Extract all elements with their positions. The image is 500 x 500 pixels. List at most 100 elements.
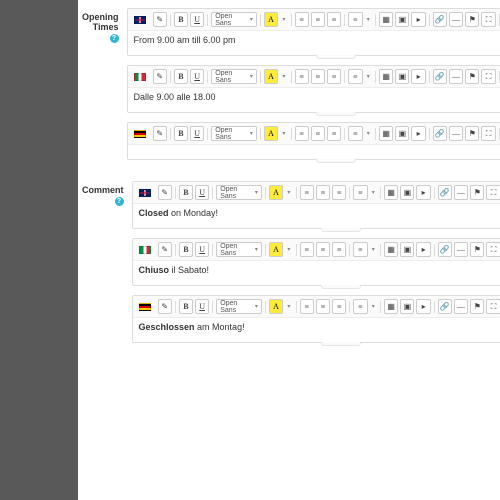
align-caret[interactable]: ▾ [370, 242, 378, 257]
highlight-button[interactable]: A [269, 242, 283, 257]
ol-button[interactable]: ≡ [311, 12, 325, 27]
align-button[interactable]: ≡ [348, 12, 362, 27]
ul-button[interactable]: ≡ [295, 69, 309, 84]
ol-button[interactable]: ≡ [311, 69, 325, 84]
align-caret[interactable]: ▾ [365, 126, 373, 141]
underline-button[interactable]: U [190, 69, 204, 84]
underline-button[interactable]: U [195, 299, 209, 314]
link-button[interactable]: 🔗 [433, 69, 447, 84]
hr-button[interactable]: — [449, 126, 463, 141]
video-button[interactable]: ▸ [411, 69, 425, 84]
anchor-button[interactable]: ⚑ [465, 126, 479, 141]
fullscreen-button[interactable]: ⛶ [481, 69, 495, 84]
highlight-button[interactable]: A [264, 69, 278, 84]
font-select[interactable]: Open Sans ▾ [211, 126, 257, 141]
video-button[interactable]: ▸ [411, 12, 425, 27]
dl-button[interactable]: ≡ [327, 69, 341, 84]
editor-content[interactable]: Closed on Monday! [133, 204, 500, 228]
fullscreen-button[interactable]: ⛶ [481, 12, 495, 27]
font-select[interactable]: Open Sans ▾ [216, 242, 262, 257]
video-button[interactable]: ▸ [411, 126, 425, 141]
underline-button[interactable]: U [195, 242, 209, 257]
bold-button[interactable]: B [174, 69, 188, 84]
link-button[interactable]: 🔗 [433, 12, 447, 27]
edit-source-button[interactable]: ✎ [153, 69, 167, 84]
highlight-caret[interactable]: ▾ [285, 185, 293, 200]
anchor-button[interactable]: ⚑ [470, 242, 484, 257]
align-button[interactable]: ≡ [348, 69, 362, 84]
bold-button[interactable]: B [174, 12, 188, 27]
image-button[interactable]: ▣ [400, 185, 414, 200]
underline-button[interactable]: U [195, 185, 209, 200]
ul-button[interactable]: ≡ [300, 242, 314, 257]
anchor-button[interactable]: ⚑ [465, 12, 479, 27]
align-button[interactable]: ≡ [348, 126, 362, 141]
ul-button[interactable]: ≡ [300, 299, 314, 314]
ol-button[interactable]: ≡ [316, 299, 330, 314]
anchor-button[interactable]: ⚑ [470, 299, 484, 314]
font-select[interactable]: Open Sans ▾ [216, 299, 262, 314]
resize-handle[interactable] [316, 112, 356, 116]
underline-button[interactable]: U [190, 12, 204, 27]
editor-content[interactable]: Geschlossen am Montag! [133, 318, 500, 342]
image-button[interactable]: ▣ [395, 126, 409, 141]
highlight-caret[interactable]: ▾ [285, 242, 293, 257]
align-caret[interactable]: ▾ [365, 69, 373, 84]
hr-button[interactable]: — [454, 185, 468, 200]
link-button[interactable]: 🔗 [438, 242, 452, 257]
bold-button[interactable]: B [174, 126, 188, 141]
align-button[interactable]: ≡ [353, 299, 367, 314]
underline-button[interactable]: U [190, 126, 204, 141]
dl-button[interactable]: ≡ [332, 242, 346, 257]
bold-button[interactable]: B [179, 242, 193, 257]
edit-source-button[interactable]: ✎ [158, 242, 172, 257]
resize-handle[interactable] [316, 159, 356, 163]
bold-button[interactable]: B [179, 185, 193, 200]
highlight-button[interactable]: A [264, 12, 278, 27]
fullscreen-button[interactable]: ⛶ [481, 126, 495, 141]
table-button[interactable]: ▦ [384, 299, 398, 314]
align-button[interactable]: ≡ [353, 185, 367, 200]
anchor-button[interactable]: ⚑ [465, 69, 479, 84]
fullscreen-button[interactable]: ⛶ [486, 242, 500, 257]
link-button[interactable]: 🔗 [433, 126, 447, 141]
language-flag-de[interactable] [133, 130, 148, 138]
edit-source-button[interactable]: ✎ [158, 299, 172, 314]
align-caret[interactable]: ▾ [370, 185, 378, 200]
video-button[interactable]: ▸ [416, 242, 430, 257]
edit-source-button[interactable]: ✎ [158, 185, 172, 200]
hr-button[interactable]: — [449, 12, 463, 27]
table-button[interactable]: ▦ [379, 69, 393, 84]
resize-handle[interactable] [321, 228, 361, 232]
font-select[interactable]: Open Sans ▾ [211, 12, 257, 27]
editor-content[interactable] [128, 145, 500, 159]
ol-button[interactable]: ≡ [311, 126, 325, 141]
dl-button[interactable]: ≡ [327, 12, 341, 27]
ul-button[interactable]: ≡ [295, 126, 309, 141]
align-caret[interactable]: ▾ [365, 12, 373, 27]
editor-content[interactable]: From 9.00 am till 6.00 pm [128, 31, 500, 55]
resize-handle[interactable] [316, 55, 356, 59]
editor-content[interactable]: Chiuso il Sabato! [133, 261, 500, 285]
image-button[interactable]: ▣ [400, 299, 414, 314]
edit-source-button[interactable]: ✎ [153, 12, 167, 27]
image-button[interactable]: ▣ [395, 69, 409, 84]
align-button[interactable]: ≡ [353, 242, 367, 257]
highlight-button[interactable]: A [269, 185, 283, 200]
ol-button[interactable]: ≡ [316, 185, 330, 200]
edit-source-button[interactable]: ✎ [153, 126, 167, 141]
hr-button[interactable]: — [449, 69, 463, 84]
anchor-button[interactable]: ⚑ [470, 185, 484, 200]
dl-button[interactable]: ≡ [327, 126, 341, 141]
font-select[interactable]: Open Sans ▾ [211, 69, 257, 84]
link-button[interactable]: 🔗 [438, 299, 452, 314]
resize-handle[interactable] [321, 285, 361, 289]
language-flag-it[interactable] [133, 73, 148, 81]
table-button[interactable]: ▦ [384, 185, 398, 200]
video-button[interactable]: ▸ [416, 299, 430, 314]
table-button[interactable]: ▦ [379, 12, 393, 27]
ul-button[interactable]: ≡ [295, 12, 309, 27]
ul-button[interactable]: ≡ [300, 185, 314, 200]
dl-button[interactable]: ≡ [332, 185, 346, 200]
help-icon[interactable]: ? [115, 197, 124, 206]
